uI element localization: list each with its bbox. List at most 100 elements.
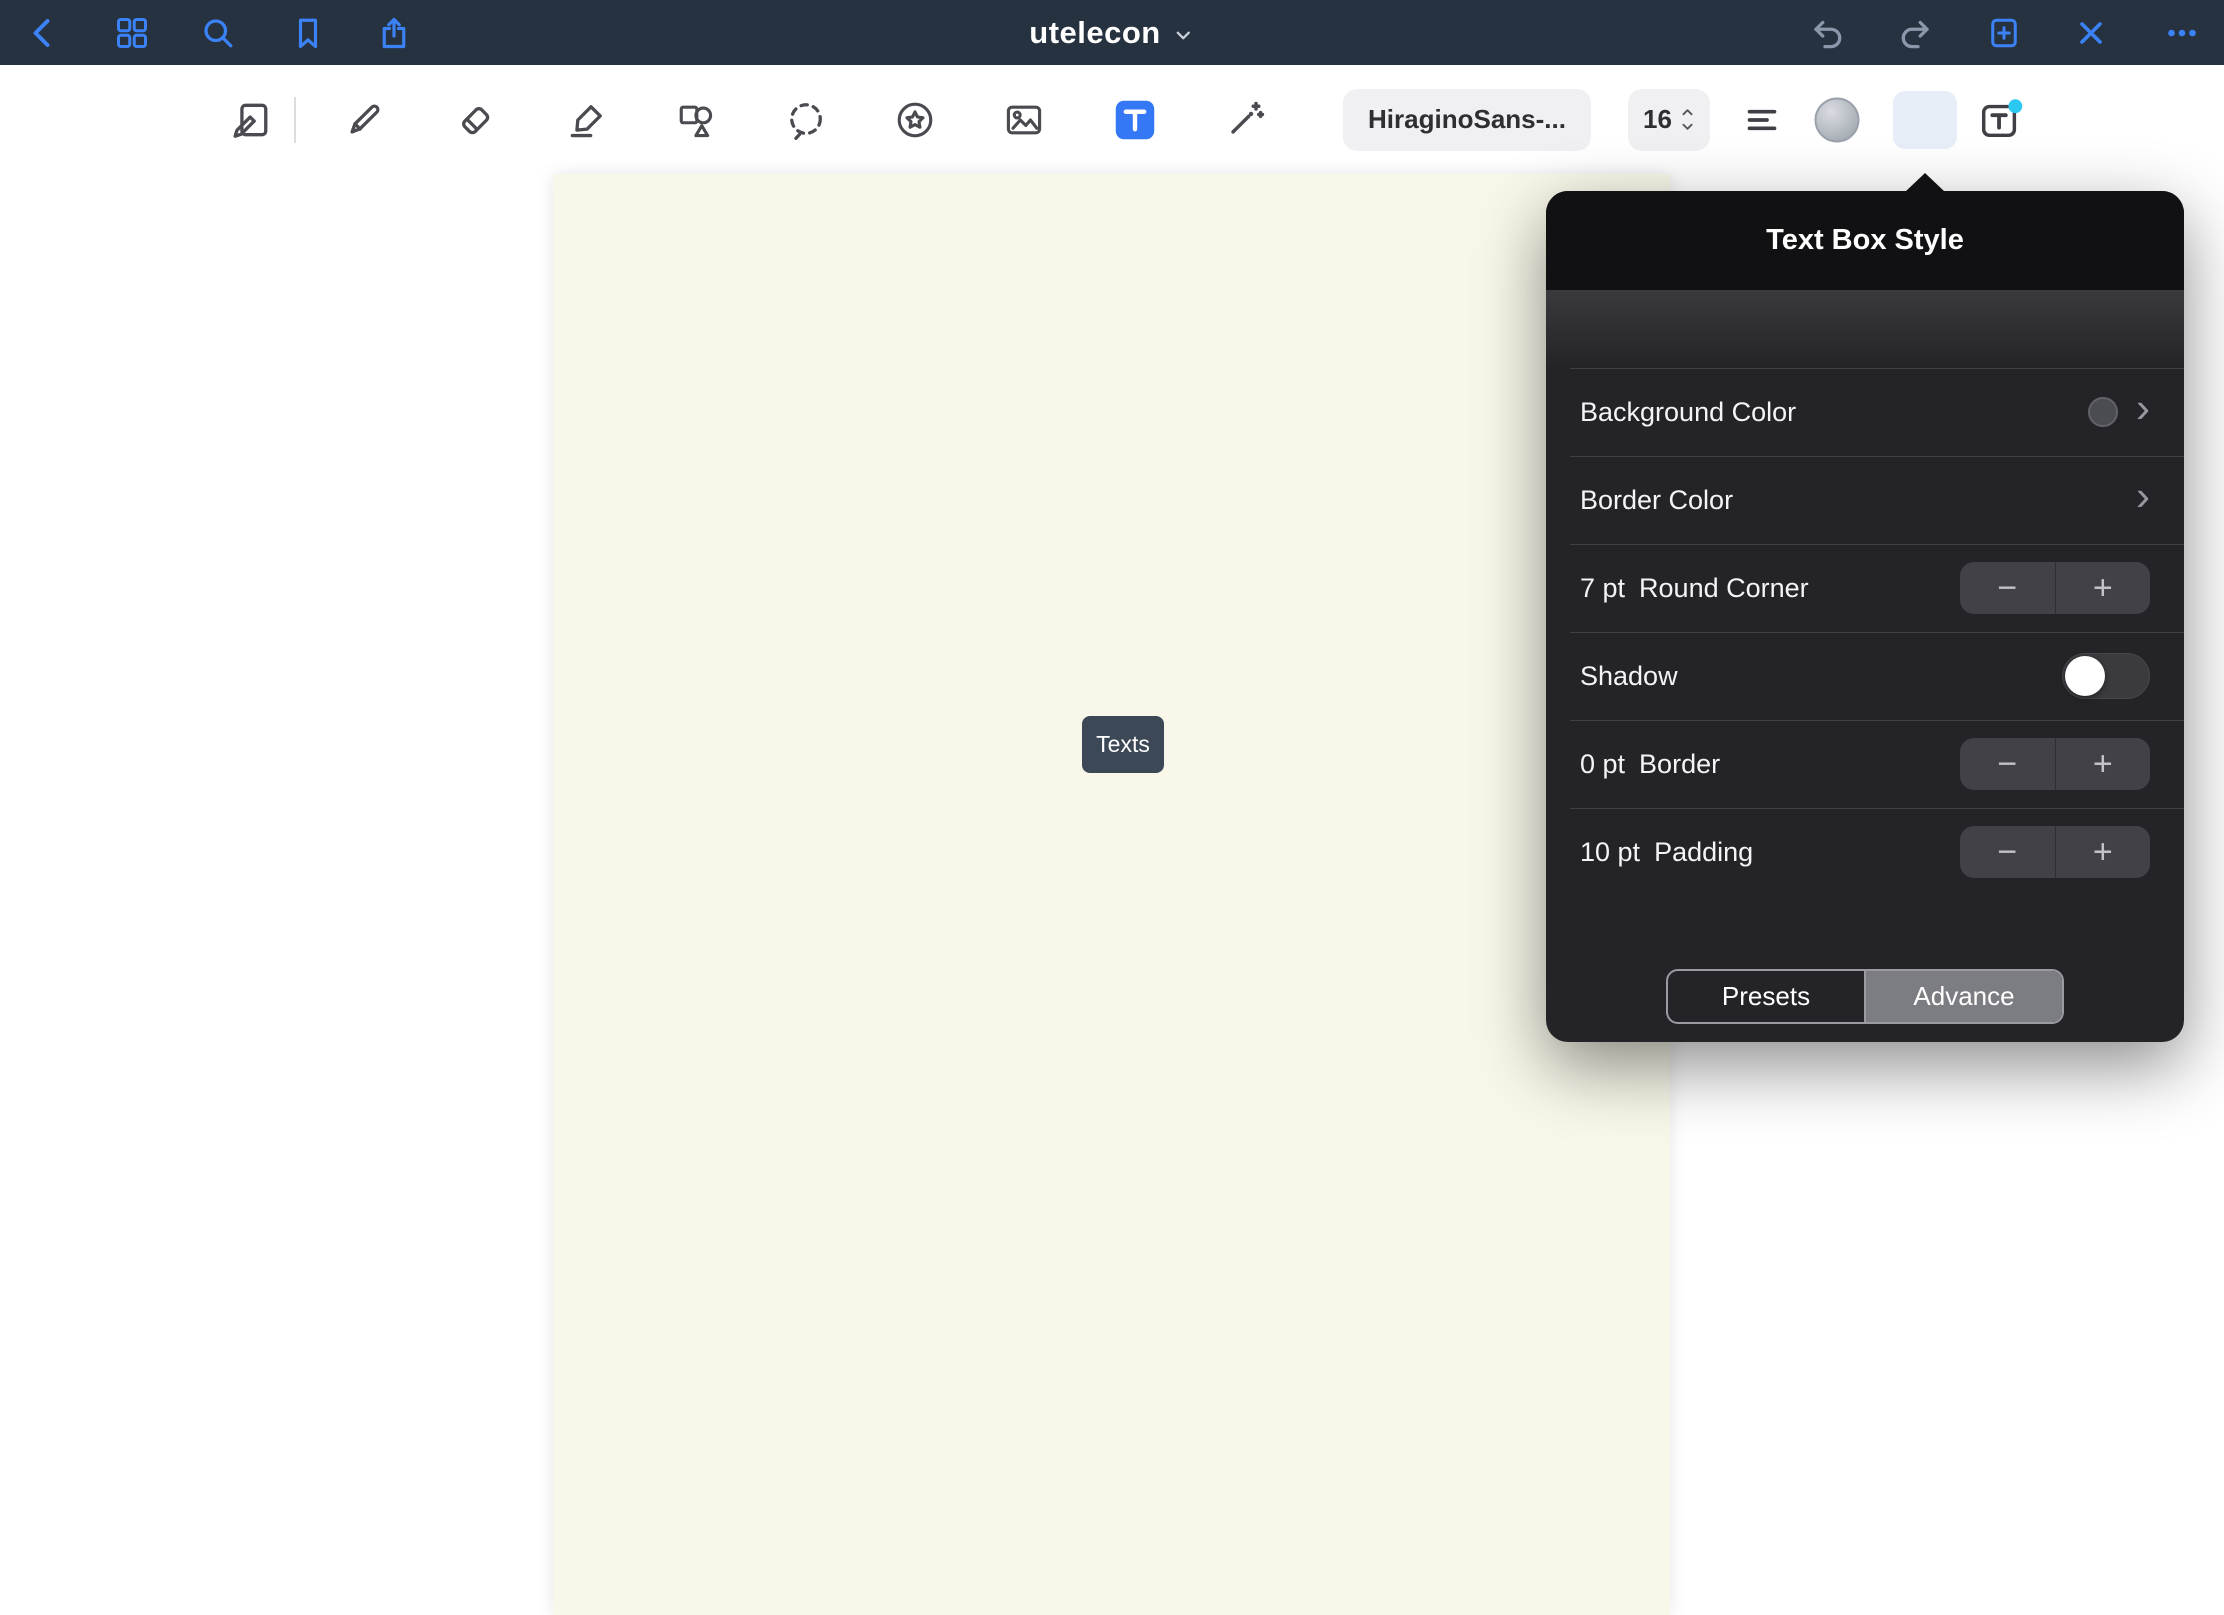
star-circle-icon — [893, 98, 937, 142]
border-decrease-button[interactable]: − — [1960, 738, 2055, 790]
text-align-button[interactable] — [1738, 96, 1786, 144]
eraser-tool-button[interactable] — [450, 95, 500, 145]
image-tool-button[interactable] — [999, 95, 1049, 145]
padding-increase-button[interactable]: + — [2055, 826, 2151, 878]
round-corner-value: 7 pt — [1580, 573, 1625, 604]
shadow-toggle[interactable] — [2062, 653, 2150, 699]
undo-icon — [1810, 15, 1846, 51]
redo-button[interactable] — [1895, 13, 1935, 53]
redo-icon — [1897, 15, 1933, 51]
chevron-right-icon: › — [2136, 475, 2150, 517]
close-icon — [2073, 15, 2109, 51]
border-increase-button[interactable]: + — [2055, 738, 2151, 790]
font-size-value: 16 — [1643, 104, 1672, 135]
font-family-value: HiraginoSans-... — [1368, 104, 1566, 135]
border-width-stepper: − + — [1960, 738, 2150, 790]
selected-text-box[interactable]: Texts — [1082, 716, 1164, 773]
font-size-chevrons — [1680, 107, 1695, 132]
shadow-label: Shadow — [1580, 661, 1678, 692]
document-page[interactable]: Texts — [553, 174, 1670, 1615]
text-box-badge-icon — [1977, 97, 2023, 143]
chevron-down-icon — [1173, 24, 1195, 46]
minus-icon: − — [1997, 833, 2017, 872]
text-tool-icon — [1113, 98, 1157, 142]
text-style-settings-button[interactable] — [1975, 95, 2025, 145]
background-color-row[interactable]: Background Color › — [1546, 368, 2184, 456]
back-chevron-icon — [25, 15, 61, 51]
text-tool-button[interactable] — [1110, 95, 1160, 145]
image-icon — [1002, 98, 1046, 142]
shadow-row: Shadow — [1546, 632, 2184, 720]
minus-icon: − — [1997, 745, 2017, 784]
background-color-swatch — [2088, 397, 2118, 427]
border-color-row[interactable]: Border Color › — [1546, 456, 2184, 544]
text-box-content: Texts — [1096, 731, 1150, 758]
round-corner-decrease-button[interactable]: − — [1960, 562, 2055, 614]
popover-caret — [1905, 173, 1945, 192]
share-button[interactable] — [374, 13, 414, 53]
text-box-style-button[interactable] — [1893, 91, 1957, 149]
plus-icon: + — [2093, 569, 2113, 608]
toolbar-divider — [294, 97, 296, 143]
lasso-tool-button[interactable] — [781, 95, 831, 145]
border-color-label: Border Color — [1580, 485, 1733, 516]
laser-pointer-button[interactable] — [1220, 95, 1270, 145]
search-button[interactable] — [198, 13, 238, 53]
add-page-button[interactable] — [1984, 13, 2024, 53]
padding-decrease-button[interactable]: − — [1960, 826, 2055, 878]
ellipsis-icon — [2164, 15, 2200, 51]
laser-pointer-icon — [1223, 98, 1267, 142]
padding-value: 10 pt — [1580, 837, 1640, 868]
back-button[interactable] — [23, 13, 63, 53]
align-left-icon — [1742, 100, 1782, 140]
round-corner-stepper: − + — [1960, 562, 2150, 614]
page-edit-icon — [230, 98, 274, 142]
border-width-value: 0 pt — [1580, 749, 1625, 780]
view-mode-button[interactable] — [227, 95, 277, 145]
tool-bar: HiraginoSans-... 16 — [0, 65, 2224, 174]
add-page-icon — [1986, 15, 2022, 51]
document-title: utelecon — [1029, 15, 1160, 51]
advance-tab[interactable]: Advance — [1864, 971, 2062, 1022]
search-icon — [200, 15, 236, 51]
presets-advance-segmented-control: Presets Advance — [1666, 969, 2064, 1024]
text-color-button[interactable] — [1815, 97, 1860, 142]
font-size-stepper[interactable]: 16 — [1628, 89, 1710, 151]
popover-header-gradient — [1546, 290, 2184, 368]
round-corner-increase-button[interactable]: + — [2055, 562, 2151, 614]
font-family-selector[interactable]: HiraginoSans-... — [1343, 89, 1591, 151]
top-navigation-bar: utelecon — [0, 0, 2224, 65]
highlighter-icon — [565, 98, 609, 142]
background-color-label: Background Color — [1580, 397, 1796, 428]
bookmark-icon — [290, 15, 326, 51]
round-corner-label: Round Corner — [1639, 573, 1809, 604]
eraser-icon — [453, 98, 497, 142]
highlighter-tool-button[interactable] — [562, 95, 612, 145]
border-width-label: Border — [1639, 749, 1720, 780]
pen-tool-button[interactable] — [339, 95, 389, 145]
elements-tool-button[interactable] — [890, 95, 940, 145]
minus-icon: − — [1997, 569, 2017, 608]
share-icon — [376, 15, 412, 51]
padding-label: Padding — [1654, 837, 1753, 868]
more-button[interactable] — [2162, 13, 2202, 53]
chevron-up-icon — [1680, 107, 1695, 118]
document-title-menu[interactable]: utelecon — [1029, 15, 1194, 51]
plus-icon: + — [2093, 745, 2113, 784]
shapes-tool-button[interactable] — [670, 95, 720, 145]
bookmark-button[interactable] — [288, 13, 328, 53]
presets-tab[interactable]: Presets — [1668, 971, 1864, 1022]
chevron-down-icon — [1680, 121, 1695, 132]
padding-stepper: − + — [1960, 826, 2150, 878]
shapes-icon — [673, 98, 717, 142]
close-button[interactable] — [2071, 13, 2111, 53]
border-width-row: 0 pt Border − + — [1546, 720, 2184, 808]
grid-icon — [114, 15, 150, 51]
padding-row: 10 pt Padding − + — [1546, 808, 2184, 896]
undo-button[interactable] — [1808, 13, 1848, 53]
thumbnails-button[interactable] — [112, 13, 152, 53]
round-corner-row: 7 pt Round Corner − + — [1546, 544, 2184, 632]
lasso-icon — [784, 98, 828, 142]
popover-title: Text Box Style — [1546, 191, 2184, 290]
toggle-knob — [2065, 656, 2105, 696]
